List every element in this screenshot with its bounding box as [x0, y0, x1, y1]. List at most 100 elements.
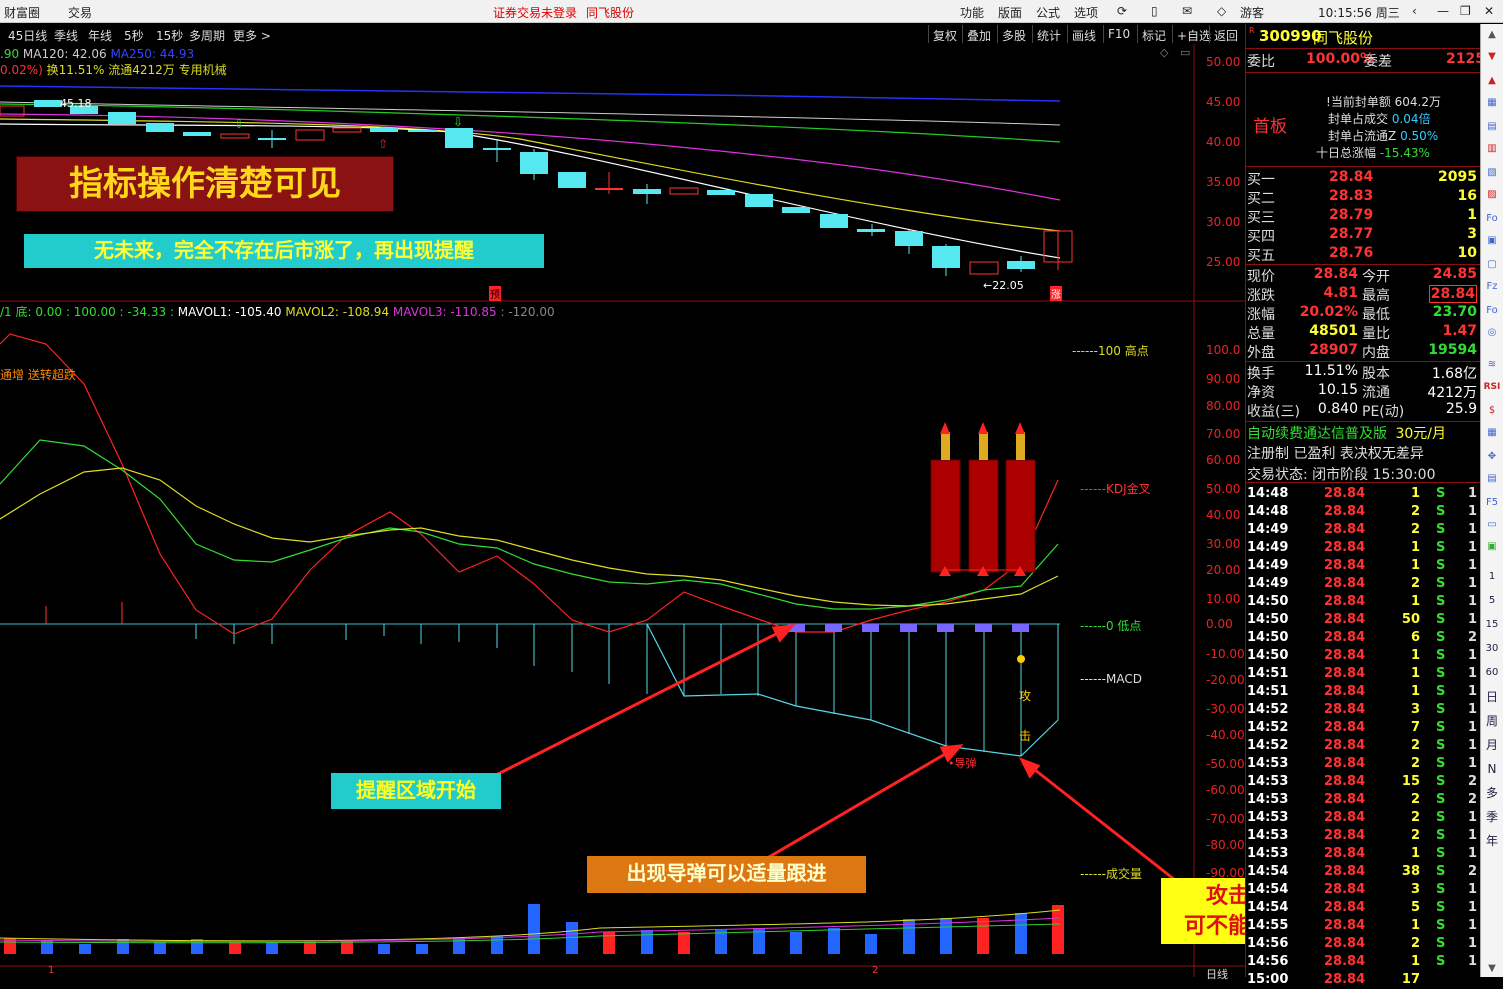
period-month[interactable]: 月 [1481, 738, 1503, 752]
ad-line1[interactable]: 自动续费通达信普及版 30元/月 [1247, 423, 1446, 443]
tick-row: 14:50 28.84 50 S 1 [1247, 612, 1477, 627]
scroll-down-icon[interactable]: ▼ [1481, 962, 1503, 976]
btn-tongji[interactable]: 统计 [1032, 25, 1065, 43]
indicator-note: 通增 送转超跌 [0, 368, 76, 382]
callout-missile: 出现导弹可以适量跟进 [587, 856, 866, 893]
period-multi-side[interactable]: 多 [1481, 786, 1503, 800]
period-season-side[interactable]: 季 [1481, 810, 1503, 824]
tool-icon[interactable]: ▨ [1481, 188, 1503, 202]
tool-icon[interactable]: ▦ [1481, 96, 1503, 110]
stat-row: 现价 28.84 今开 24.85 [1247, 266, 1477, 285]
phone-icon[interactable]: ▯ [1151, 4, 1158, 18]
refresh-icon[interactable]: ⟳ [1117, 4, 1127, 18]
minimize-icon[interactable]: — [1437, 4, 1449, 18]
shirt-icon[interactable]: ◇ [1217, 4, 1226, 18]
menu-layout[interactable]: 版面 [998, 4, 1022, 21]
period-year[interactable]: 年线 [88, 27, 112, 44]
stat2-row: 换手 11.51% 股本 1.68亿 [1247, 363, 1477, 382]
period-30min[interactable]: 30 [1481, 642, 1503, 656]
period-year-side[interactable]: 年 [1481, 834, 1503, 848]
tool-icon[interactable]: ▥ [1481, 142, 1503, 156]
missile-label: •导弹 [948, 757, 977, 770]
period-n[interactable]: N [1481, 762, 1503, 776]
tick-row: 14:51 28.84 1 S 1 [1247, 684, 1477, 699]
tool-icon[interactable]: ▤ [1481, 120, 1503, 134]
period-15sec[interactable]: 15秒 [156, 27, 183, 44]
tool-icon[interactable]: ▭ [1481, 518, 1503, 532]
tool-icon[interactable]: ▣ [1481, 540, 1503, 554]
period-day[interactable]: 日 [1481, 690, 1503, 704]
btn-f10[interactable]: F10 [1103, 25, 1134, 43]
indicator-tick: -60.00 [1206, 783, 1245, 797]
close-icon[interactable]: ✕ [1484, 4, 1494, 18]
period-5min[interactable]: 5 [1481, 594, 1503, 608]
bid-row[interactable]: 买二 28.83 16 [1246, 188, 1480, 207]
rsi-icon[interactable]: RSI [1481, 380, 1503, 394]
period-45day[interactable]: 45日线 [8, 27, 47, 44]
indicator-tick: 10.00 [1206, 592, 1241, 606]
menu-options[interactable]: 选项 [1074, 4, 1098, 21]
btn-fuquan[interactable]: 复权 [928, 25, 961, 43]
stock-name: 同飞股份 [1313, 29, 1374, 47]
btn-diejia[interactable]: 叠加 [962, 25, 995, 43]
login-status: 证券交易未登录 [493, 6, 578, 20]
move-icon[interactable]: ✥ [1481, 450, 1503, 464]
bid-row[interactable]: 买五 28.76 10 [1246, 245, 1480, 264]
period-season[interactable]: 季线 [54, 27, 78, 44]
ma-info-line1: .90 MA120: 42.06 MA250: 44.93 [0, 47, 195, 61]
stat-row: 涨幅 20.02% 最低 23.70 [1247, 304, 1477, 323]
price-tick: 30.00 [1206, 215, 1241, 229]
chart-menu-icon[interactable]: ▭ [1180, 46, 1190, 59]
tick-row: 14:56 28.84 2 S 1 [1247, 936, 1477, 951]
btn-biaoji[interactable]: 标记 [1137, 25, 1170, 43]
period-60min[interactable]: 60 [1481, 666, 1503, 680]
period-more[interactable]: 更多 > [233, 27, 271, 44]
tool-icon[interactable]: F5 [1481, 496, 1503, 510]
chart-diamond-icon[interactable]: ◇ [1160, 46, 1168, 59]
btn-huaxian[interactable]: 画线 [1067, 25, 1100, 43]
bid-row[interactable]: 买三 28.79 1 [1246, 207, 1480, 226]
up-arrow-red: ⇧ [378, 137, 388, 151]
tool-icon[interactable]: ▤ [1481, 472, 1503, 486]
tick-row: 14:50 28.84 1 S 1 [1247, 648, 1477, 663]
price-tick: 50.00 [1206, 55, 1241, 69]
tool-icon[interactable]: Fo [1481, 304, 1503, 318]
tool-icon[interactable]: ▧ [1481, 166, 1503, 180]
level-volume: ------成交量 [1080, 867, 1142, 881]
mail-icon[interactable]: ✉ [1182, 4, 1192, 18]
price-tick: 40.00 [1206, 135, 1241, 149]
btn-duogu[interactable]: 多股 [997, 25, 1030, 43]
period-15min[interactable]: 15 [1481, 618, 1503, 632]
period-1min[interactable]: 1 [1481, 570, 1503, 584]
period-multi[interactable]: 多周期 [189, 27, 225, 44]
kdj-k-line [0, 439, 1059, 610]
callout-arrows [477, 624, 1176, 882]
tool-icon[interactable]: ≋ [1481, 358, 1503, 372]
tick-row: 14:52 28.84 7 S 1 [1247, 720, 1477, 735]
seal-info-3: 封单占流通Z 0.50% [1328, 129, 1439, 143]
tool-icon[interactable]: ▢ [1481, 258, 1503, 272]
menu-caifuquan[interactable]: 财富圈 [4, 4, 40, 21]
tool-icon[interactable]: ▦ [1481, 426, 1503, 440]
scroll-up-icon[interactable]: ▲ [1481, 28, 1503, 42]
menu-function[interactable]: 功能 [960, 4, 984, 21]
back-icon[interactable]: ‹ [1412, 4, 1417, 18]
tool-icon[interactable]: ▣ [1481, 234, 1503, 248]
tool-icon[interactable]: $ [1481, 404, 1503, 418]
period-week[interactable]: 周 [1481, 714, 1503, 728]
bid-row[interactable]: 买一 28.84 2095 [1246, 169, 1480, 188]
ad-line2[interactable]: 注册制 已盈利 表决权无差异 [1247, 443, 1424, 463]
menu-trade[interactable]: 交易 [68, 4, 92, 21]
bid-row[interactable]: 买四 28.77 3 [1246, 226, 1480, 245]
tool-icon[interactable]: ▲ [1481, 74, 1503, 88]
menu-formula[interactable]: 公式 [1036, 4, 1060, 21]
tool-icon[interactable]: Fz [1481, 280, 1503, 294]
tool-icon[interactable]: Fo [1481, 212, 1503, 226]
tool-icon[interactable]: ▼ [1481, 50, 1503, 64]
maximize-icon[interactable]: ❐ [1460, 4, 1471, 18]
user-name[interactable]: 游客 [1240, 4, 1264, 21]
period-5sec[interactable]: 5秒 [124, 27, 144, 44]
firecracker-icons [930, 422, 1036, 576]
btn-back[interactable]: 返回 [1209, 25, 1242, 43]
tool-icon[interactable]: ◎ [1481, 326, 1503, 340]
